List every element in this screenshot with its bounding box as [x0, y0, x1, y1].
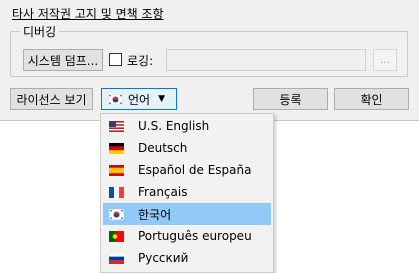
language-item-en-us[interactable]: U.S. English: [103, 115, 271, 137]
french-flag-icon: [109, 186, 124, 198]
language-dropdown-button[interactable]: 언어 ▼: [101, 88, 177, 110]
language-item-label: Deutsch: [138, 141, 188, 155]
language-menu: U.S. English Deutsch Español de España F…: [100, 113, 274, 273]
debug-groupbox: 디버깅 시스템 덤프... 로깅: ...: [10, 23, 408, 77]
about-dialog: 타사 저작권 고지 및 면책 조항 디버깅 시스템 덤프... 로깅: ... …: [0, 0, 419, 121]
us-flag-icon: [109, 120, 124, 132]
language-item-pt[interactable]: Português europeu: [103, 225, 271, 247]
language-item-fr[interactable]: Français: [103, 181, 271, 203]
log-path-field: [166, 49, 366, 71]
browse-button: ...: [373, 49, 397, 71]
dropdown-arrow-icon: ▼: [158, 94, 166, 104]
view-license-button[interactable]: 라이선스 보기: [10, 88, 93, 110]
language-item-label: Русский: [138, 251, 189, 265]
logging-checkbox[interactable]: [109, 53, 122, 66]
korean-flag-icon: [108, 208, 125, 220]
third-party-notice-link[interactable]: 타사 저작권 고지 및 면책 조항: [12, 5, 164, 22]
language-item-label: U.S. English: [138, 119, 210, 133]
language-item-label: 한국어: [138, 207, 172, 222]
logging-label: 로깅:: [127, 54, 154, 68]
korean-flag-icon: [107, 93, 124, 105]
spanish-flag-icon: [109, 164, 124, 176]
german-flag-icon: [109, 142, 124, 154]
language-item-ko[interactable]: 한국어: [103, 203, 271, 225]
register-button[interactable]: 등록: [253, 88, 328, 110]
language-item-label: Português europeu: [138, 229, 252, 243]
language-item-label: Français: [138, 185, 188, 199]
language-item-label: Español de España: [138, 163, 252, 177]
system-dump-button[interactable]: 시스템 덤프...: [23, 49, 103, 71]
language-button-label: 언어: [128, 92, 151, 107]
language-item-es[interactable]: Español de España: [103, 159, 271, 181]
russian-flag-icon: [108, 252, 125, 264]
debug-group-title: 디버깅: [20, 23, 60, 40]
portuguese-flag-icon: [109, 230, 124, 242]
ok-button[interactable]: 확인: [334, 88, 409, 110]
language-item-de[interactable]: Deutsch: [103, 137, 271, 159]
